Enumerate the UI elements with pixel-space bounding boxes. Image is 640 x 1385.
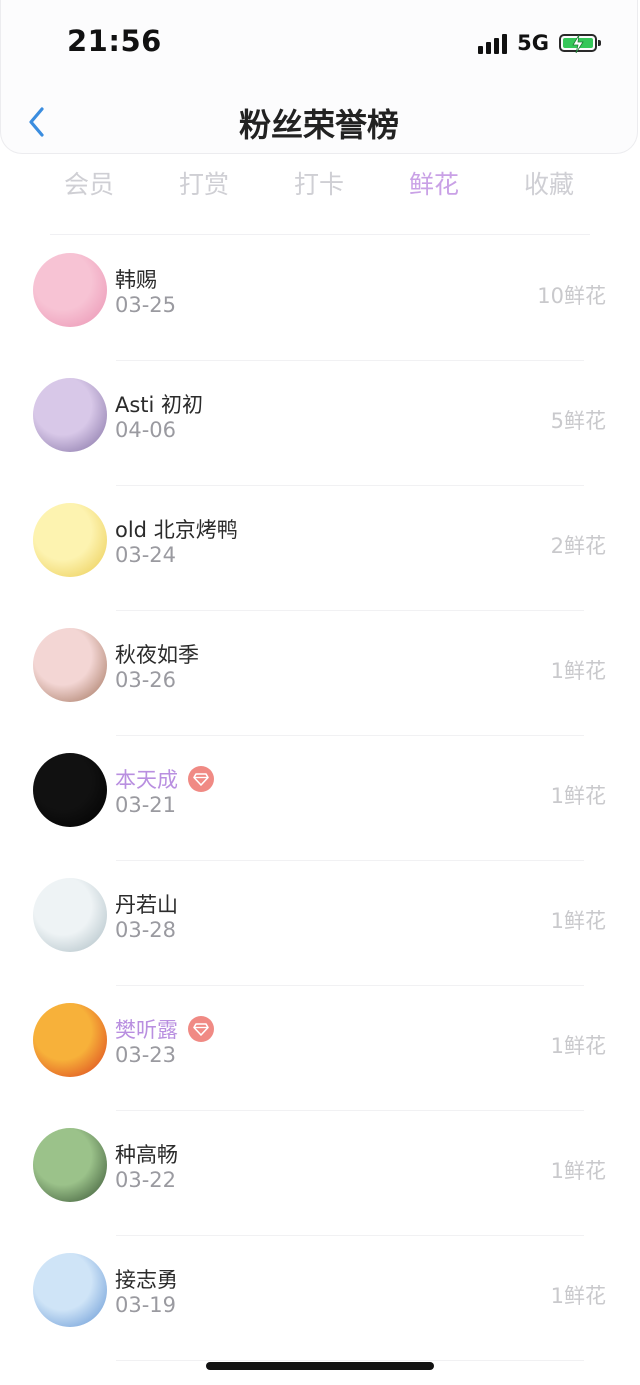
name-line: 秋夜如季 (115, 639, 199, 669)
row-divider (116, 1360, 584, 1361)
fan-date: 03-22 (115, 1168, 177, 1192)
avatar[interactable] (33, 878, 107, 952)
avatar[interactable] (33, 1003, 107, 1077)
flower-count: 1鲜花 (550, 1034, 606, 1058)
fan-ranking-list: 韩赐 03-25 10鲜花 Asti 初初 04-06 5鲜花 old 北京烤鸭 03-24 2… (0, 236, 640, 1361)
list-item[interactable]: 本天成 03-21 1鲜花 (0, 736, 640, 861)
tab-tips[interactable]: 打赏 (154, 165, 254, 201)
fan-name[interactable]: 本天成 (115, 764, 178, 794)
flower-count: 1鲜花 (550, 784, 606, 808)
page-title: 粉丝荣誉榜 (238, 106, 399, 144)
fan-name[interactable]: 丹若山 (115, 889, 178, 919)
list-item[interactable]: Asti 初初 04-06 5鲜花 (0, 361, 640, 486)
flower-count: 1鲜花 (550, 659, 606, 683)
flower-count: 2鲜花 (550, 534, 606, 558)
fan-name[interactable]: 韩赐 (115, 264, 157, 294)
name-line: old 北京烤鸭 (115, 514, 238, 544)
cellular-signal-icon (478, 32, 508, 54)
fan-date: 03-26 (115, 668, 177, 692)
list-item[interactable]: 种高畅 03-22 1鲜花 (0, 1111, 640, 1236)
avatar[interactable] (33, 503, 107, 577)
name-line: 樊听露 (115, 1014, 214, 1044)
avatar[interactable] (33, 1253, 107, 1327)
fan-date: 03-24 (115, 543, 177, 567)
diamond-icon (188, 1016, 214, 1042)
status-time: 21:56 (67, 24, 162, 58)
list-item[interactable]: 樊听露 03-23 1鲜花 (0, 986, 640, 1111)
fan-date: 03-19 (115, 1293, 177, 1317)
tab-favorites[interactable]: 收藏 (499, 165, 599, 201)
top-header: 21:56 5G 粉丝荣誉榜 (0, 0, 638, 154)
name-line: 接志勇 (115, 1264, 178, 1294)
fan-date: 03-25 (115, 293, 177, 317)
list-item[interactable]: old 北京烤鸭 03-24 2鲜花 (0, 486, 640, 611)
avatar[interactable] (33, 753, 107, 827)
name-line: 种高畅 (115, 1139, 178, 1169)
fan-name[interactable]: 樊听露 (115, 1014, 178, 1044)
list-item[interactable]: 丹若山 03-28 1鲜花 (0, 861, 640, 986)
fan-name[interactable]: Asti 初初 (115, 389, 203, 419)
name-line: Asti 初初 (115, 389, 203, 419)
fan-date: 03-23 (115, 1043, 177, 1067)
name-line: 本天成 (115, 764, 214, 794)
battery-icon (559, 34, 601, 53)
flower-count: 1鲜花 (550, 1159, 606, 1183)
flower-count: 1鲜花 (550, 1284, 606, 1308)
tab-bar: 会员 打赏 打卡 鲜花 收藏 (0, 165, 640, 209)
fan-name[interactable]: old 北京烤鸭 (115, 514, 238, 544)
avatar[interactable] (33, 378, 107, 452)
fan-date: 03-28 (115, 918, 177, 942)
name-line: 丹若山 (115, 889, 178, 919)
diamond-icon (188, 766, 214, 792)
tab-membership[interactable]: 会员 (39, 165, 139, 201)
flower-count: 5鲜花 (550, 409, 606, 433)
network-type: 5G (517, 31, 549, 55)
fan-date: 04-06 (115, 418, 177, 442)
fan-name[interactable]: 秋夜如季 (115, 639, 199, 669)
flower-count: 10鲜花 (537, 284, 606, 308)
avatar[interactable] (33, 628, 107, 702)
flower-count: 1鲜花 (550, 909, 606, 933)
name-line: 韩赐 (115, 264, 157, 294)
list-item[interactable]: 韩赐 03-25 10鲜花 (0, 236, 640, 361)
list-item[interactable]: 秋夜如季 03-26 1鲜花 (0, 611, 640, 736)
fan-date: 03-21 (115, 793, 177, 817)
status-indicators: 5G (478, 28, 601, 58)
tab-flowers[interactable]: 鲜花 (384, 165, 484, 201)
tabs-divider (50, 234, 590, 235)
avatar[interactable] (33, 1128, 107, 1202)
avatar[interactable] (33, 253, 107, 327)
list-item[interactable]: 接志勇 03-19 1鲜花 (0, 1236, 640, 1361)
home-indicator[interactable] (206, 1362, 434, 1370)
fan-name[interactable]: 种高畅 (115, 1139, 178, 1169)
tab-checkin[interactable]: 打卡 (269, 165, 369, 201)
fan-name[interactable]: 接志勇 (115, 1264, 178, 1294)
